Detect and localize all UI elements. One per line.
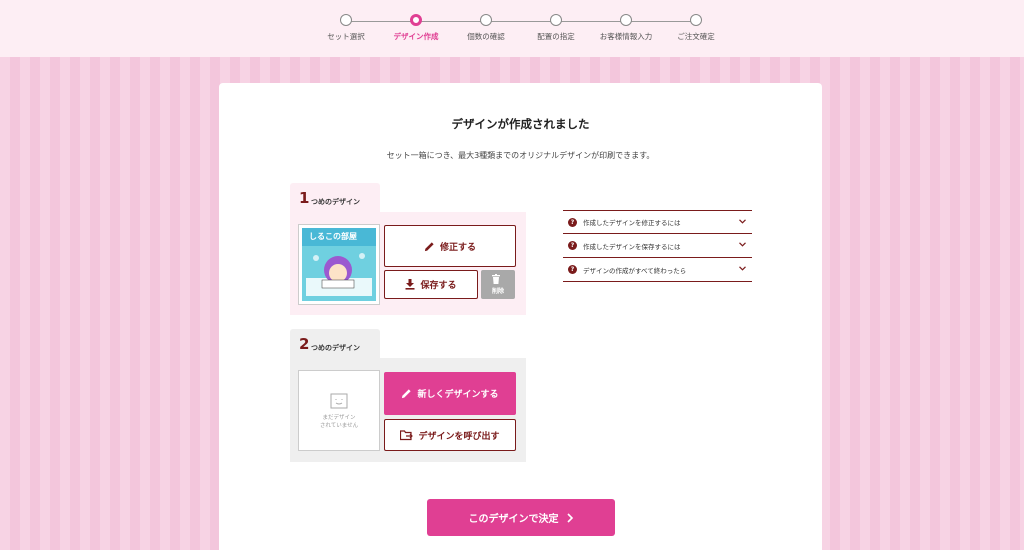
faq-item-edit[interactable]: ? 作成したデザインを修正するには (563, 210, 752, 234)
faq-item-save[interactable]: ? 作成したデザインを保存するには (563, 234, 752, 258)
main-card: デザインが作成されました セット一箱につき、最大3種類までのオリジナルデザインが… (219, 83, 822, 550)
design2-number: 2 (299, 335, 310, 353)
step-indicator: セット選択 デザイン作成 個数の確認 配置の指定 お客様情報入力 ご注文確定 (0, 0, 1024, 57)
load-design-button[interactable]: デザインを呼び出す (384, 419, 516, 451)
step-order-confirm: ご注文確定 (651, 14, 741, 42)
delete-design-button[interactable]: 削除 (481, 270, 515, 299)
confirm-design-label: このデザインで決定 (468, 514, 559, 525)
step-dot (620, 14, 632, 26)
question-icon: ? (568, 241, 577, 250)
step-dot-active (410, 14, 422, 26)
page-title: デザインが作成されました (451, 117, 590, 131)
question-icon: ? (568, 265, 577, 274)
design1-number: 1 (299, 189, 310, 207)
design2-tab: 2 つめのデザイン (290, 329, 380, 359)
design2-tab-label: つめのデザイン (311, 344, 360, 352)
download-icon (405, 279, 415, 290)
pencil-icon (402, 389, 412, 399)
empty-text-line1: まだデザイン (322, 414, 356, 421)
folder-open-icon (400, 429, 414, 440)
edit-design-button[interactable]: 修正する (384, 225, 516, 267)
save-design-label: 保存する (420, 281, 457, 291)
step-dot (690, 14, 702, 26)
new-design-label: 新しくデザインする (417, 390, 499, 400)
faq-accordion: ? 作成したデザインを修正するには ? 作成したデザインを保存するには ? デザ… (563, 210, 752, 282)
edit-design-label: 修正する (439, 242, 476, 253)
empty-box-icon (330, 393, 348, 408)
step-dot (480, 14, 492, 26)
chevron-right-icon (566, 512, 573, 523)
design1-tab: 1 つめのデザイン (290, 183, 380, 213)
design2-panel: まだデザイン されていません 新しくデザインする デザインを呼び出す (290, 358, 526, 462)
new-design-button[interactable]: 新しくデザインする (384, 372, 516, 415)
chevron-down-icon (739, 266, 746, 271)
design1-tab-label: つめのデザイン (311, 198, 360, 206)
design2-empty-thumbnail: まだデザイン されていません (298, 370, 380, 451)
faq-text: 作成したデザインを保存するには (583, 242, 681, 251)
design1-thumb-text: しるこの部屋 (309, 232, 357, 241)
page-subtitle: セット一箱につき、最大3種類までのオリジナルデザインが印刷できます。 (386, 151, 655, 160)
empty-text-line2: されていません (319, 422, 359, 429)
load-design-label: デザインを呼び出す (418, 431, 500, 442)
step-label: ご注文確定 (677, 32, 715, 41)
step-dot (550, 14, 562, 26)
chevron-down-icon (739, 242, 746, 247)
design1-thumbnail[interactable]: しるこの部屋 (298, 224, 380, 305)
save-design-button[interactable]: 保存する (384, 270, 478, 299)
faq-text: デザインの作成がすべて終わったら (583, 266, 687, 275)
chevron-down-icon (739, 219, 746, 224)
design1-panel: しるこの部屋 修正する 保存する 削除 (290, 212, 526, 315)
delete-design-label: 削除 (491, 288, 504, 295)
faq-item-finish[interactable]: ? デザインの作成がすべて終わったら (563, 258, 752, 282)
confirm-design-button[interactable]: このデザインで決定 (427, 499, 615, 536)
step-dot (340, 14, 352, 26)
faq-text: 作成したデザインを修正するには (583, 219, 681, 227)
pencil-icon (424, 241, 434, 251)
question-icon: ? (568, 217, 577, 227)
progress-header: セット選択 デザイン作成 個数の確認 配置の指定 お客様情報入力 ご注文確定 (0, 0, 1024, 57)
trash-icon (491, 274, 500, 284)
